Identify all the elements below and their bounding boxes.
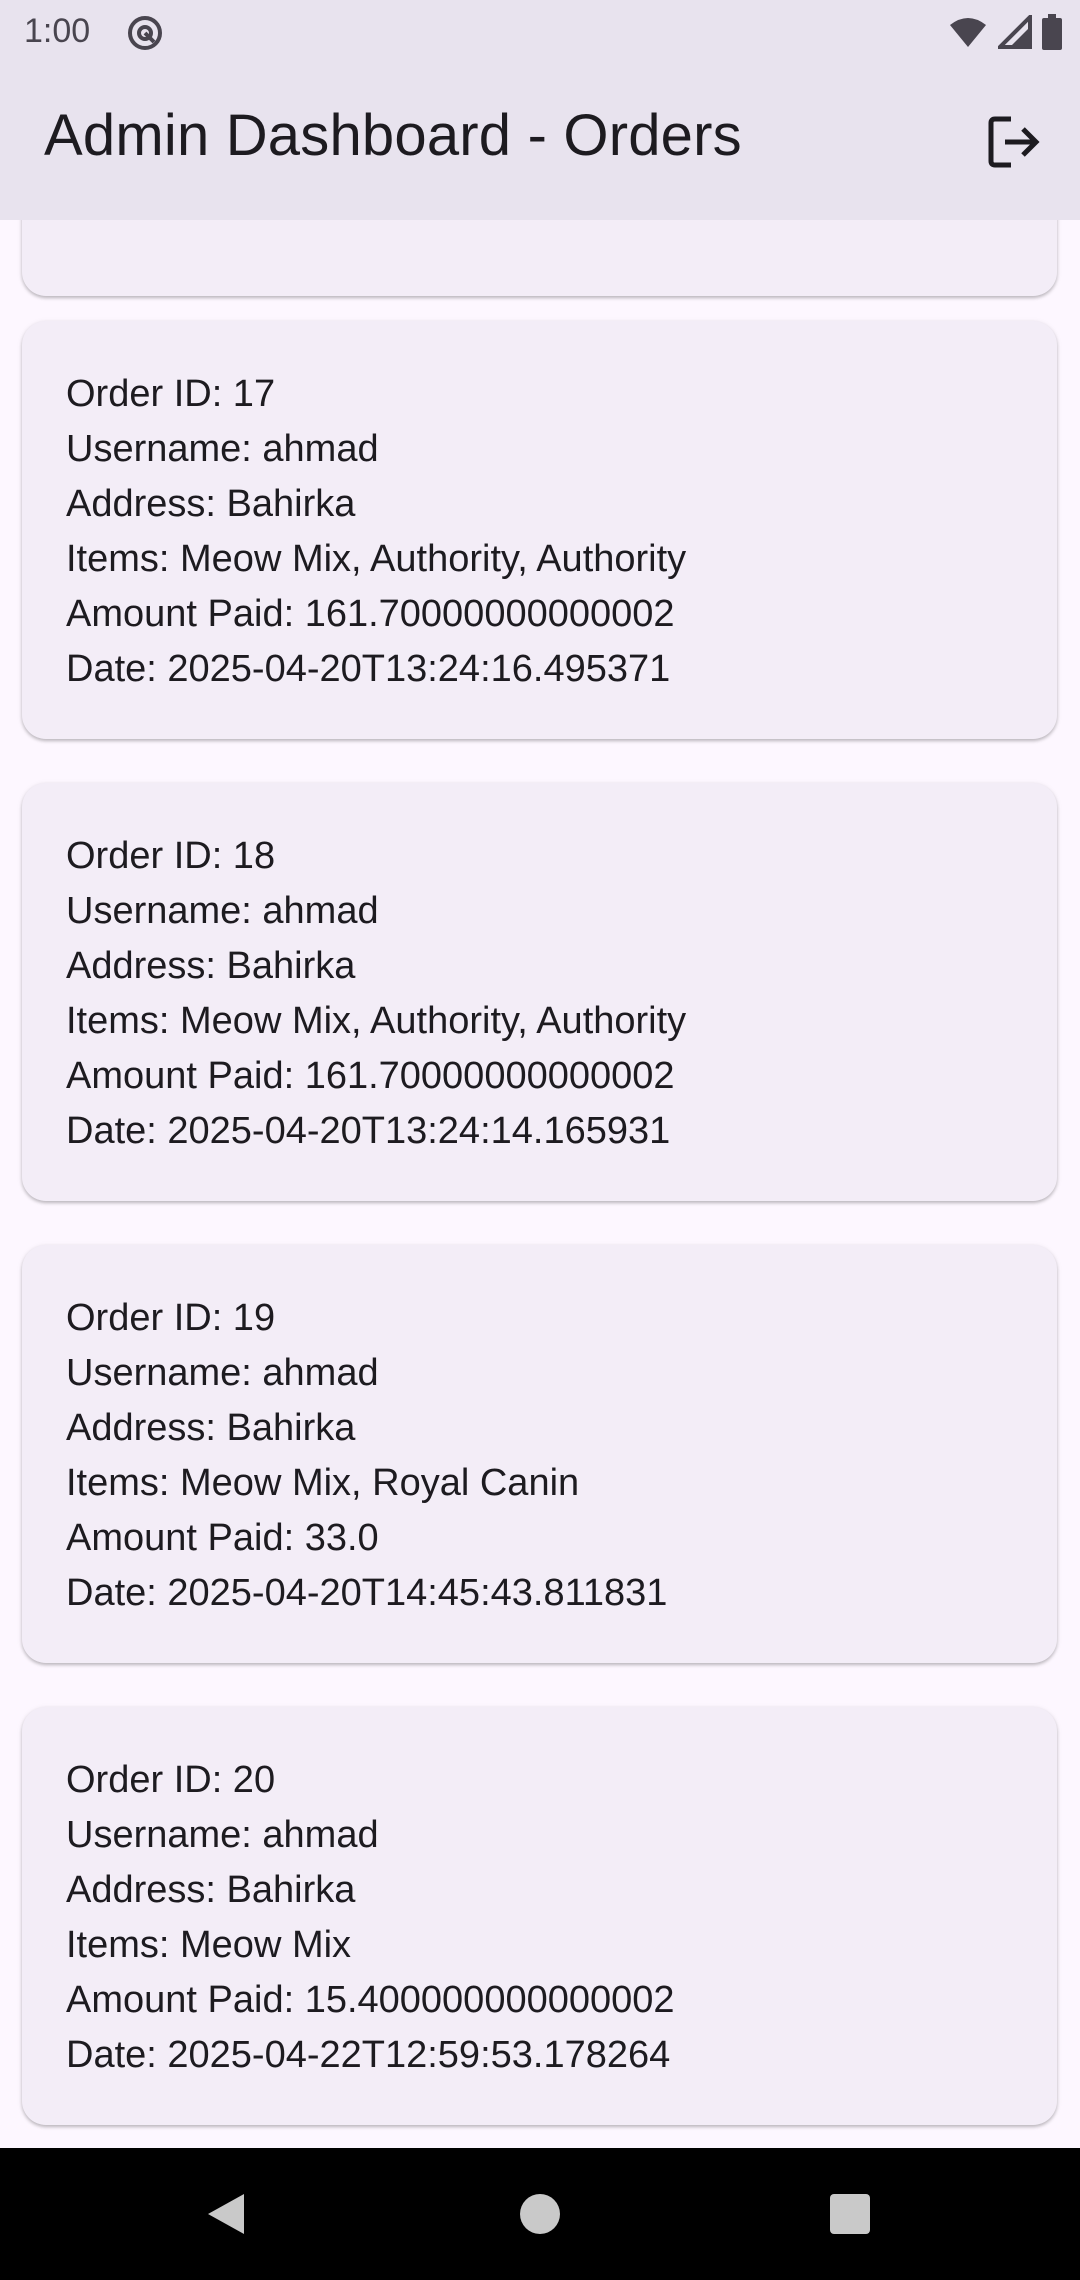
order-address: Address: Bahirka (66, 1869, 356, 1911)
order-date: Date: 2025-04-22T12:59:53.178264 (66, 2034, 671, 2076)
order-items: Items: Meow Mix, Royal Canin (66, 1462, 580, 1504)
order-username: Username: ahmad (66, 890, 379, 932)
order-items: Items: Meow Mix, Authority, Authority (66, 1000, 687, 1042)
home-button[interactable] (510, 2184, 570, 2244)
system-nav-bar (0, 2148, 1080, 2280)
notification-at-icon (126, 14, 164, 52)
back-button[interactable] (196, 2184, 256, 2244)
logout-icon (988, 116, 1040, 168)
order-username: Username: ahmad (66, 1814, 379, 1856)
order-card: Order ID: 19 Username: ahmad Address: Ba… (22, 1245, 1057, 1663)
order-card: Order ID: 20 Username: ahmad Address: Ba… (22, 1707, 1057, 2125)
status-bar: 1:00 (0, 0, 1080, 66)
order-address: Address: Bahirka (66, 1407, 356, 1449)
order-date: Date: 2025-04-20T13:24:14.165931 (66, 1110, 671, 1152)
order-id: Order ID: 20 (66, 1759, 276, 1801)
order-card: Order ID: 18 Username: ahmad Address: Ba… (22, 783, 1057, 1201)
order-card-partial (22, 220, 1057, 296)
order-username: Username: ahmad (66, 428, 379, 470)
order-items: Items: Meow Mix (66, 1924, 352, 1966)
order-items: Items: Meow Mix, Authority, Authority (66, 538, 687, 580)
logout-button[interactable] (978, 106, 1050, 178)
recents-button[interactable] (820, 2184, 880, 2244)
status-icons (948, 12, 1062, 55)
order-address: Address: Bahirka (66, 945, 356, 987)
order-amount: Amount Paid: 161.70000000000002 (66, 593, 675, 635)
order-username: Username: ahmad (66, 1352, 379, 1394)
orders-list[interactable]: Order ID: 17 Username: ahmad Address: Ba… (0, 220, 1080, 2148)
app-bar: Admin Dashboard - Orders (0, 66, 1080, 220)
order-amount: Amount Paid: 15.400000000000002 (66, 1979, 675, 2021)
battery-icon (1042, 14, 1062, 55)
order-date: Date: 2025-04-20T13:24:16.495371 (66, 648, 671, 690)
order-amount: Amount Paid: 161.70000000000002 (66, 1055, 675, 1097)
order-id: Order ID: 18 (66, 835, 276, 877)
status-time: 1:00 (24, 12, 91, 50)
order-id: Order ID: 17 (66, 373, 276, 415)
wifi-icon (948, 15, 988, 54)
home-icon (520, 2194, 560, 2234)
signal-icon (995, 12, 1032, 54)
recents-icon (830, 2194, 870, 2234)
order-card: Order ID: 17 Username: ahmad Address: Ba… (22, 321, 1057, 739)
order-amount: Amount Paid: 33.0 (66, 1517, 379, 1559)
order-date: Date: 2025-04-20T14:45:43.811831 (66, 1572, 668, 1614)
order-id: Order ID: 19 (66, 1297, 276, 1339)
page-title: Admin Dashboard - Orders (44, 103, 742, 168)
back-icon (208, 2194, 244, 2234)
order-address: Address: Bahirka (66, 483, 356, 525)
